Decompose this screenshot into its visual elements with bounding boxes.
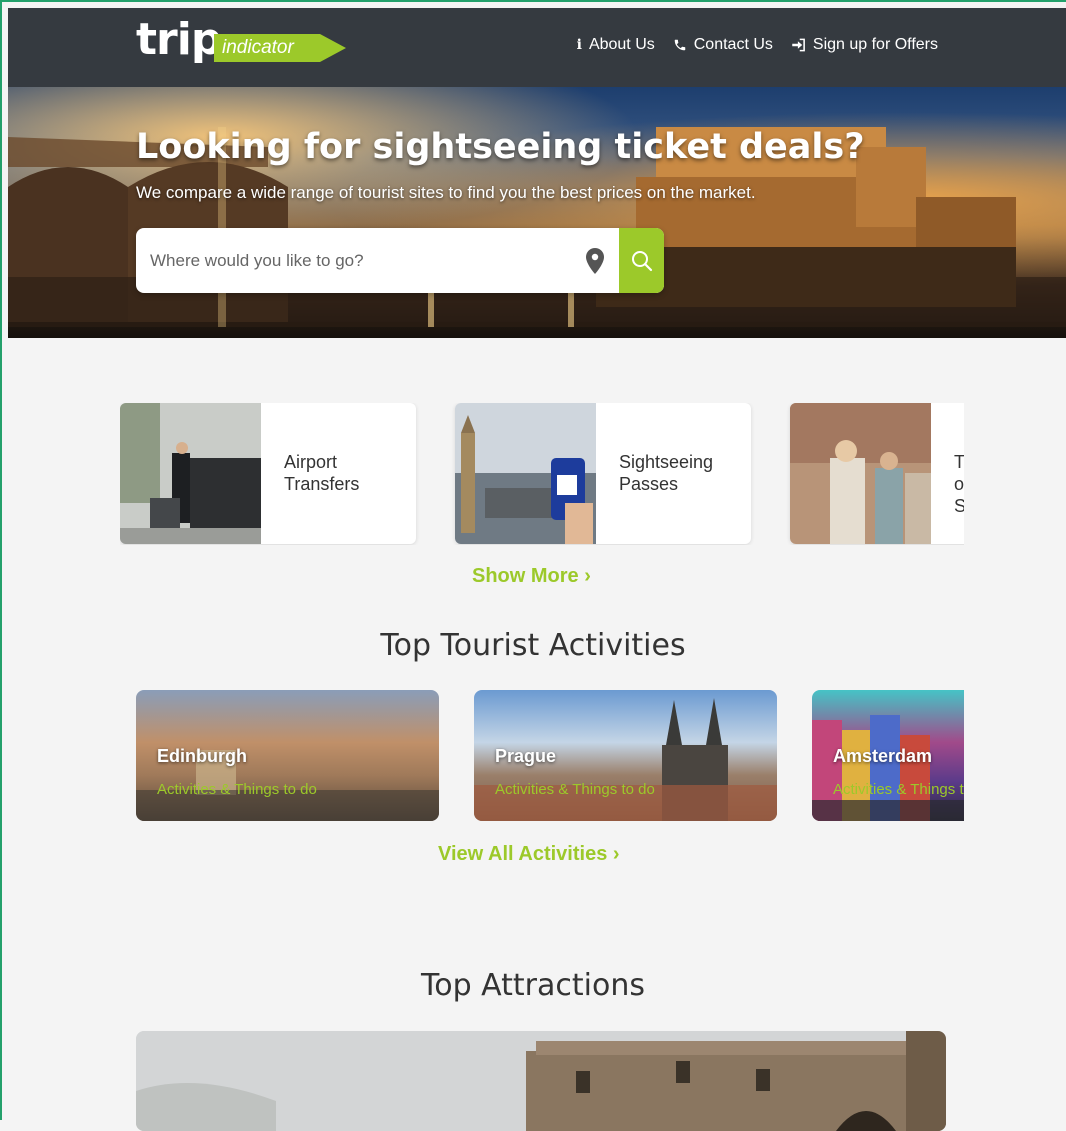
sightseeing-passes-image <box>455 403 596 544</box>
top-tourist-activities-heading: Top Tourist Activities <box>380 628 686 663</box>
activity-subtitle: Activities & Things to do <box>833 781 964 798</box>
sign-in-icon <box>792 38 805 52</box>
activity-subtitle: Activities & Things to do <box>495 781 655 798</box>
logo-word-indicator: indicator <box>222 37 294 58</box>
category-carousel: Airport Transfers Sightseeing Passes To … <box>120 403 964 545</box>
category-label: Airport Transfers <box>284 452 360 494</box>
category-card-tours[interactable]: To S <box>790 403 964 544</box>
phone-icon <box>674 39 685 51</box>
site-header: trip indicator i About Us Contact Us Sig… <box>8 8 1066 87</box>
nav-sign-up-offers[interactable]: Sign up for Offers <box>791 36 938 54</box>
activity-card-edinburgh[interactable]: Edinburgh Activities & Things to do <box>136 690 439 821</box>
view-all-activities-link[interactable]: View All Activities › <box>438 843 620 866</box>
show-more-link[interactable]: Show More › <box>472 565 591 588</box>
category-label: Sightseeing Passes <box>619 452 714 494</box>
activity-city-name: Amsterdam <box>833 746 933 766</box>
search-button[interactable] <box>619 228 664 293</box>
activity-card-prague[interactable]: Prague Activities & Things to do <box>474 690 777 821</box>
tours-image <box>790 403 931 544</box>
activity-city-name: Prague <box>495 746 557 766</box>
hero-subtitle: We compare a wide range of tourist sites… <box>136 183 756 202</box>
search-box <box>136 228 664 293</box>
airport-transfers-image <box>120 403 261 544</box>
top-nav: i About Us Contact Us Sign up for Offers <box>577 36 938 54</box>
map-pin-icon[interactable] <box>586 248 604 274</box>
activity-subtitle: Activities & Things to do <box>157 781 317 798</box>
nav-contact-us[interactable]: Contact Us <box>673 36 773 54</box>
hero-banner: Looking for sightseeing ticket deals? We… <box>8 87 1066 338</box>
nav-contact-us-label: Contact Us <box>693 36 773 53</box>
logo-word-trip: trip <box>136 14 222 65</box>
activities-carousel: Edinburgh Activities & Things to do Prag… <box>136 690 964 822</box>
search-icon <box>631 250 652 271</box>
nav-sign-up-label: Sign up for Offers <box>812 36 938 53</box>
attraction-card-colosseum[interactable] <box>136 1031 946 1131</box>
nav-about-us[interactable]: i About Us <box>577 36 655 54</box>
category-card-sightseeing-passes[interactable]: Sightseeing Passes <box>455 403 751 544</box>
category-card-airport-transfers[interactable]: Airport Transfers <box>120 403 416 544</box>
destination-search-input[interactable] <box>136 228 604 293</box>
trip-indicator-logo[interactable]: trip indicator <box>136 14 356 76</box>
category-label: To S <box>954 452 964 516</box>
top-attractions-heading: Top Attractions <box>421 968 645 1003</box>
colosseum-image <box>136 1031 946 1131</box>
activity-city-name: Edinburgh <box>157 746 247 766</box>
hero-title: Looking for sightseeing ticket deals? <box>136 127 865 167</box>
activity-card-amsterdam[interactable]: Amsterdam Activities & Things to do <box>812 690 964 821</box>
info-icon: i <box>576 37 582 53</box>
nav-about-us-label: About Us <box>588 36 655 53</box>
